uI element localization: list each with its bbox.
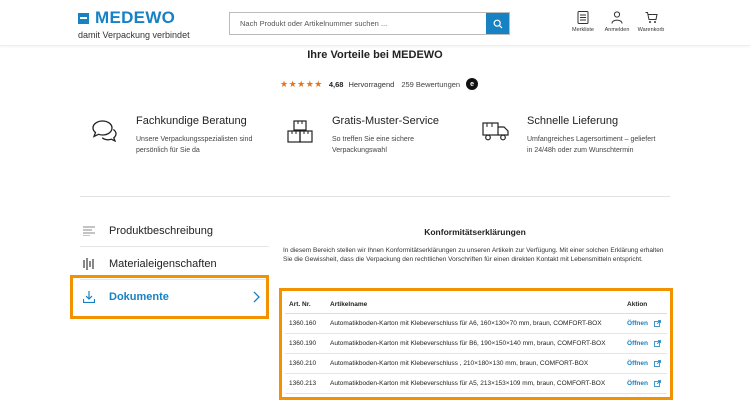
material-icon <box>83 257 97 270</box>
benefits-title: Ihre Vorteile bei MEDEWO <box>307 49 443 61</box>
table-row: 1360.213 Automatikboden-Karton mit Klebe… <box>285 373 667 394</box>
tab-produktbeschreibung[interactable]: Produktbeschreibung <box>80 215 269 247</box>
article-name: Automatikboden-Karton mit Klebeverschlus… <box>326 313 624 334</box>
article-name: Automatikboden-Karton mit Klebeverschlus… <box>326 373 624 394</box>
open-link[interactable]: Öffnen <box>627 360 661 367</box>
table-row: 1360.210 Automatikboden-Karton mit Klebe… <box>285 353 667 374</box>
article-number: 1360.190 <box>285 333 326 354</box>
column-header: Artikelname <box>326 297 624 314</box>
open-link[interactable]: Öffnen <box>627 380 661 387</box>
tab-label: Materialeigenschaften <box>109 257 217 270</box>
header-actions: Merkliste Anmelden Warenkorb <box>566 11 668 33</box>
user-icon <box>611 11 623 24</box>
truck-icon <box>482 122 509 141</box>
article-number: 1360.160 <box>285 313 326 334</box>
benefit-text: Unsere Verpackungsspezialisten sind pers… <box>136 136 253 154</box>
rating-label: Hervorragend <box>348 79 395 89</box>
rating-stars: ★★★★★ <box>280 78 323 89</box>
external-link-icon <box>654 339 661 347</box>
trusted-shops-icon: e <box>466 78 479 90</box>
open-label: Öffnen <box>627 359 648 367</box>
tab-label: Produktbeschreibung <box>109 224 213 237</box>
merkliste-button[interactable]: Merkliste <box>566 11 600 33</box>
anmelden-label: Anmelden <box>604 27 630 33</box>
open-label: Öffnen <box>627 339 648 347</box>
logo[interactable]: MEDEWO damit Verpackung verbindet <box>78 8 190 40</box>
benefit-title: Schnelle Lieferung <box>527 115 619 127</box>
external-link-icon <box>654 319 661 327</box>
anmelden-button[interactable]: Anmelden <box>600 11 634 33</box>
benefit-title: Gratis-Muster-Service <box>332 115 439 127</box>
search-button[interactable] <box>486 13 509 34</box>
content-title: Konformitätserklärungen <box>424 227 526 237</box>
external-link-icon <box>654 359 661 367</box>
external-link-icon <box>654 379 661 387</box>
boxes-icon <box>287 120 313 143</box>
column-header: Art. Nr. <box>285 297 326 314</box>
search-icon <box>493 19 502 28</box>
benefit-title: Fachkundige Beratung <box>136 115 247 127</box>
article-name: Automatikboden-Karton mit Klebeverschlus… <box>326 333 624 354</box>
table-row: 1360.160 Automatikboden-Karton mit Klebe… <box>285 313 667 334</box>
rating-count: 259 Bewertungen <box>401 79 461 89</box>
logo-mark-icon <box>78 12 89 24</box>
search-input[interactable] <box>230 13 486 34</box>
section-divider <box>80 196 670 197</box>
documents-table: Art. Nr. Artikelname Aktion 1360.160 Aut… <box>285 297 667 394</box>
article-number: 1360.210 <box>285 353 326 374</box>
logo-text: MEDEWO <box>95 8 176 27</box>
site-header: MEDEWO damit Verpackung verbindet Merkli… <box>0 0 750 46</box>
article-name: Automatikboden-Karton mit Klebeverschlus… <box>326 353 624 374</box>
lines-icon <box>83 226 97 236</box>
highlight-frame-tab <box>70 275 269 319</box>
rating-widget[interactable]: ★★★★★ 4,68 Hervorragend 259 Bewertungen … <box>280 78 479 90</box>
column-header: Aktion <box>623 297 667 314</box>
rating-score: 4,68 <box>328 79 344 89</box>
logo-slogan: damit Verpackung verbindet <box>78 30 190 40</box>
table-row: 1360.190 Automatikboden-Karton mit Klebe… <box>285 333 667 354</box>
merkliste-label: Merkliste <box>571 27 594 33</box>
chat-bubbles-icon <box>92 120 117 142</box>
open-link[interactable]: Öffnen <box>627 320 661 327</box>
warenkorb-button[interactable]: Warenkorb <box>634 11 668 33</box>
benefit-text: Umfangreiches Lagersortiment – geliefert… <box>527 136 656 154</box>
cart-icon <box>645 12 658 23</box>
open-link[interactable]: Öffnen <box>627 340 661 347</box>
article-number: 1360.213 <box>285 373 326 394</box>
benefit-text: So treffen Sie eine sichere Verpackungsw… <box>332 136 414 154</box>
open-label: Öffnen <box>627 379 648 387</box>
content-text: In diesem Bereich stellen wir Ihnen Konf… <box>283 247 664 263</box>
warenkorb-label: Warenkorb <box>637 27 665 33</box>
open-label: Öffnen <box>627 319 648 327</box>
search-bar <box>229 12 510 35</box>
merkliste-icon <box>577 11 589 24</box>
